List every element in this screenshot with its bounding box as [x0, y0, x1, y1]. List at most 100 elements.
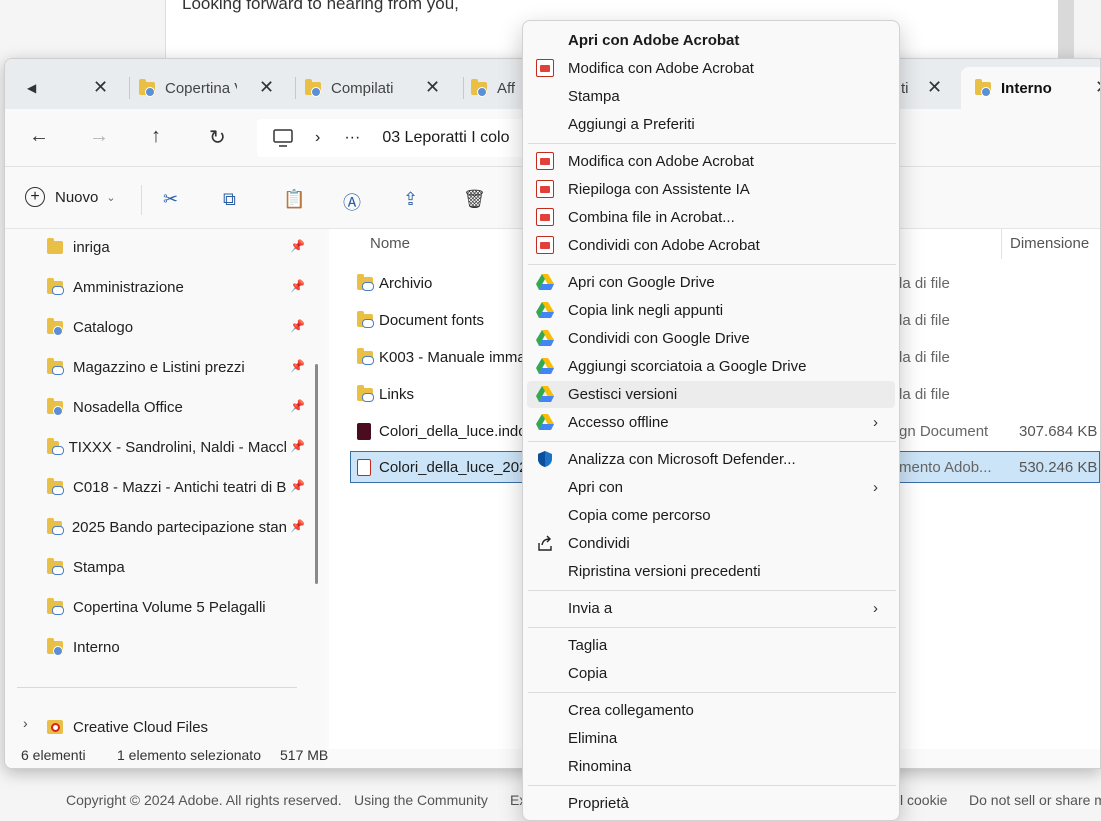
menu-item-share[interactable]: Condividi — [527, 530, 895, 557]
pin-icon[interactable]: 📌 — [290, 319, 305, 333]
menu-item-copy[interactable]: Copia — [527, 660, 895, 687]
sidebar-item-label: Catalogo — [73, 318, 134, 336]
menu-item-add-shortcut-gdrive[interactable]: Aggiungi scorciatoia a Google Drive — [527, 353, 895, 380]
file-type: la di file — [899, 274, 950, 292]
defender-shield-icon — [538, 451, 552, 467]
sidebar-item-label: Copertina Volume 5 Pelagalli — [73, 598, 266, 616]
path-input[interactable]: › ··· 03 Leporatti I colo — [257, 119, 557, 157]
menu-item-manage-versions[interactable]: Gestisci versioni — [527, 381, 895, 408]
copy-icon[interactable]: ⧉ — [223, 189, 236, 210]
sidebar-item-amministrazione[interactable]: Amministrazione — [47, 275, 287, 299]
sidebar-item-inriga[interactable]: inriga — [47, 235, 287, 259]
tab-scroll-left-icon[interactable]: ◀ — [27, 81, 36, 95]
menu-item-cut[interactable]: Taglia — [527, 632, 895, 659]
menu-item-create-shortcut[interactable]: Crea collegamento — [527, 697, 895, 724]
sidebar-item-interno[interactable]: Interno — [47, 635, 287, 659]
sidebar-item-nosadella[interactable]: Nosadella Office — [47, 395, 287, 419]
column-header-size[interactable]: Dimensione — [1010, 235, 1089, 252]
shared-folder-icon — [471, 78, 487, 97]
google-drive-icon — [536, 330, 554, 346]
menu-item-edit-acrobat-2[interactable]: Modifica con Adobe Acrobat — [527, 148, 895, 175]
menu-item-open-gdrive[interactable]: Apri con Google Drive — [527, 269, 895, 296]
footer-link-cookie[interactable]: l cookie — [900, 792, 947, 808]
footer-link-donotsell[interactable]: Do not sell or share m — [969, 792, 1101, 808]
path-current-folder[interactable]: 03 Leporatti I colo — [382, 129, 509, 147]
sidebar-item-catalogo[interactable]: Catalogo — [47, 315, 287, 339]
menu-item-properties[interactable]: Proprietà — [527, 790, 895, 817]
sidebar-item-label: Creative Cloud Files — [73, 718, 209, 736]
menu-item-label: Taglia — [568, 637, 608, 654]
paste-icon[interactable]: 📋 — [283, 189, 305, 210]
tab-compilati[interactable]: Compilati ✕ — [305, 67, 455, 109]
menu-item-copy-path[interactable]: Copia come percorso — [527, 502, 895, 529]
pin-icon[interactable]: 📌 — [290, 279, 305, 293]
sidebar-item-tixxx[interactable]: TIXXX - Sandrolini, Naldi - Maccl — [47, 435, 287, 459]
new-button[interactable]: + Nuovo ⌄ — [25, 187, 116, 207]
back-arrow-icon[interactable]: ← — [29, 125, 49, 148]
sidebar-item-creative-cloud[interactable]: Creative Cloud Files — [47, 715, 287, 739]
chevron-right-icon[interactable]: › — [315, 129, 320, 147]
menu-item-restore-versions[interactable]: Ripristina versioni precedenti — [527, 558, 895, 585]
menu-item-send-to[interactable]: Invia a › — [527, 595, 895, 622]
pin-icon[interactable]: 📌 — [290, 479, 305, 493]
menu-item-add-favorites[interactable]: Aggiungi a Preferiti — [527, 111, 895, 138]
menu-item-label: Crea collegamento — [568, 702, 694, 719]
file-size: 307.684 KB — [1019, 422, 1098, 440]
close-icon[interactable]: ✕ — [1095, 77, 1100, 98]
menu-item-label: Copia link negli appunti — [568, 302, 724, 319]
tab-partial[interactable]: ti ✕ — [901, 67, 961, 109]
column-header-name[interactable]: Nome — [370, 235, 410, 252]
menu-item-ai-summary[interactable]: Riepiloga con Assistente IA — [527, 176, 895, 203]
path-overflow[interactable]: ··· — [344, 129, 360, 147]
close-icon[interactable]: ✕ — [927, 77, 942, 98]
menu-item-delete[interactable]: Elimina — [527, 725, 895, 752]
menu-item-combine-acrobat[interactable]: Combina file in Acrobat... — [527, 204, 895, 231]
tab-previous[interactable]: ◀ ✕ — [27, 67, 127, 109]
delete-icon[interactable]: 🗑 — [463, 189, 486, 210]
footer-link-community[interactable]: Using the Community — [354, 792, 488, 808]
tab-copertina[interactable]: Copertina V ✕ — [139, 67, 289, 109]
rename-icon[interactable]: Ⓐ — [343, 189, 361, 215]
close-icon[interactable]: ✕ — [93, 77, 108, 98]
pin-icon[interactable]: 📌 — [290, 239, 305, 253]
sidebar-item-label: Nosadella Office — [73, 398, 183, 416]
column-divider[interactable] — [1001, 229, 1002, 259]
cut-icon[interactable]: ✂ — [163, 189, 178, 210]
sidebar-item-c018[interactable]: C018 - Mazzi - Antichi teatri di B — [47, 475, 287, 499]
sidebar-item-stampa[interactable]: Stampa — [47, 555, 287, 579]
pin-icon[interactable]: 📌 — [290, 519, 305, 533]
pin-icon[interactable]: 📌 — [290, 359, 305, 373]
page-scrollbar[interactable] — [1058, 0, 1074, 60]
google-drive-icon — [536, 414, 554, 430]
pin-icon[interactable]: 📌 — [290, 399, 305, 413]
sidebar-item-label: inriga — [73, 238, 110, 256]
tab-interno[interactable]: Interno ✕ — [961, 67, 1100, 109]
sidebar-item-2025-bando[interactable]: 2025 Bando partecipazione stan — [47, 515, 287, 539]
refresh-icon[interactable]: ↻ — [209, 125, 226, 150]
menu-item-copy-link[interactable]: Copia link negli appunti — [527, 297, 895, 324]
share-icon[interactable]: ⇪ — [403, 189, 418, 210]
menu-item-open-with[interactable]: Apri con › — [527, 474, 895, 501]
menu-item-offline-access[interactable]: Accesso offline › — [527, 409, 895, 436]
sidebar-scrollbar[interactable] — [315, 364, 318, 584]
close-icon[interactable]: ✕ — [259, 77, 274, 98]
chevron-right-icon[interactable]: › — [23, 715, 28, 731]
menu-item-edit-acrobat[interactable]: Modifica con Adobe Acrobat — [527, 55, 895, 82]
acrobat-icon — [536, 152, 554, 170]
menu-item-share-acrobat[interactable]: Condividi con Adobe Acrobat — [527, 232, 895, 259]
pin-icon[interactable]: 📌 — [290, 439, 305, 453]
up-arrow-icon[interactable]: ↑ — [151, 125, 161, 148]
close-icon[interactable]: ✕ — [425, 77, 440, 98]
sidebar-item-label: TIXXX - Sandrolini, Naldi - Maccl — [68, 438, 287, 456]
menu-item-defender-scan[interactable]: Analizza con Microsoft Defender... — [527, 446, 895, 473]
tab-label: Interno — [1001, 79, 1052, 97]
sidebar-item-copertina[interactable]: Copertina Volume 5 Pelagalli — [47, 595, 287, 619]
sidebar-item-magazzino[interactable]: Magazzino e Listini prezzi — [47, 355, 287, 379]
menu-item-print[interactable]: Stampa — [527, 83, 895, 110]
menu-item-rename[interactable]: Rinomina — [527, 753, 895, 780]
menu-item-share-gdrive[interactable]: Condividi con Google Drive — [527, 325, 895, 352]
forward-arrow-icon[interactable]: → — [89, 125, 109, 148]
menu-item-open-acrobat[interactable]: Apri con Adobe Acrobat — [527, 27, 895, 54]
chevron-down-icon: ⌄ — [106, 191, 116, 204]
tab-divider — [463, 77, 464, 99]
